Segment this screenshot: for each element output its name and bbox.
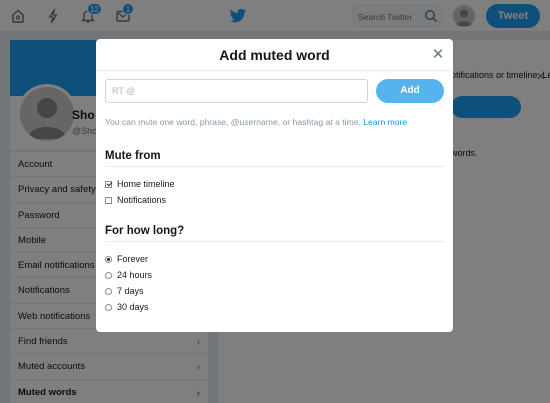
mute-from-title: Mute from (105, 150, 161, 162)
mute-from-notifications[interactable]: Notifications (105, 194, 166, 206)
radio-selected[interactable] (105, 255, 112, 263)
radio-unselected[interactable] (105, 271, 112, 279)
hint-text: You can mute one word, phrase, @username… (105, 117, 407, 127)
checkbox-checked[interactable] (105, 180, 112, 188)
duration-forever[interactable]: Forever (105, 253, 148, 265)
muted-word-input[interactable] (105, 79, 368, 103)
divider (105, 166, 444, 167)
mute-from-home-timeline[interactable]: Home timeline (105, 178, 175, 190)
duration-24-hours[interactable]: 24 hours (105, 269, 152, 281)
dialog-title: Add muted word (219, 47, 330, 63)
option-label: Forever (117, 254, 149, 264)
option-label: 30 days (117, 302, 149, 312)
radio-unselected[interactable] (105, 303, 112, 311)
duration-title: For how long? (105, 225, 185, 237)
divider (105, 241, 444, 242)
learn-more-link[interactable]: Learn more (363, 117, 407, 127)
duration-30-days[interactable]: 30 days (105, 301, 149, 313)
option-label: 7 days (117, 286, 144, 296)
radio-unselected[interactable] (105, 287, 112, 295)
add-button[interactable]: Add (376, 79, 444, 103)
checkbox-unchecked[interactable] (105, 196, 112, 204)
option-label: 24 hours (117, 270, 153, 280)
option-label: Home timeline (117, 179, 175, 189)
hint-body: You can mute one word, phrase, @username… (105, 117, 361, 127)
add-muted-word-dialog: Add muted word ✕ Add You can mute one wo… (96, 39, 453, 332)
close-icon[interactable]: ✕ (430, 47, 446, 63)
divider (96, 70, 453, 71)
duration-7-days[interactable]: 7 days (105, 285, 144, 297)
option-label: Notifications (117, 195, 167, 205)
